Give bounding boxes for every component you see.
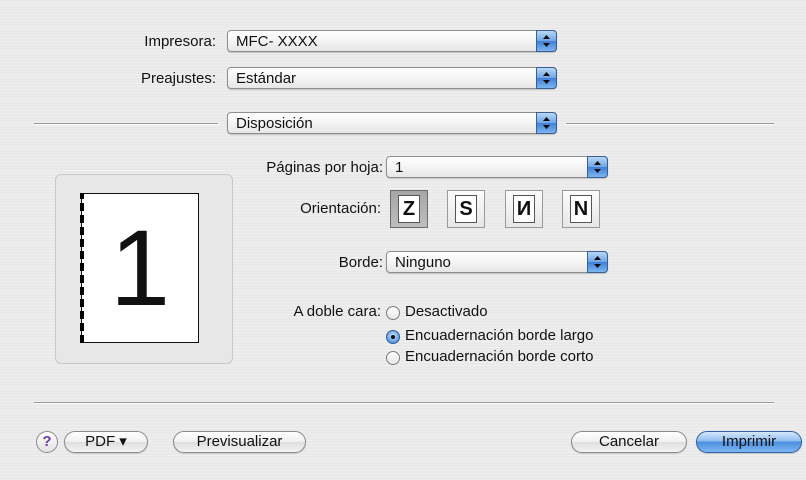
- separator-left: [34, 123, 218, 125]
- orientation-glyph: Z: [402, 198, 416, 220]
- pages-per-sheet-popup[interactable]: 1: [386, 156, 608, 178]
- duplex-short-edge-text: Encuadernación borde corto: [405, 348, 594, 365]
- preview-button[interactable]: Previsualizar: [173, 431, 306, 453]
- orientation-glyph: S: [459, 198, 473, 220]
- orientation-label: Orientación:: [300, 200, 381, 217]
- printer-value: MFC- XXXX: [236, 33, 318, 50]
- orientation-sheet-icon: Z: [398, 195, 420, 223]
- orientation-s-button[interactable]: S: [447, 190, 485, 228]
- duplex-off-radio[interactable]: [386, 306, 400, 320]
- orientation-z-button[interactable]: Z: [390, 190, 428, 228]
- duplex-label: A doble cara:: [293, 303, 381, 320]
- help-button[interactable]: ?: [36, 431, 58, 453]
- preview-page: 1: [81, 193, 199, 343]
- popup-arrows-icon: [536, 112, 557, 134]
- panel-value: Disposición: [236, 115, 313, 132]
- presets-popup[interactable]: Estándar: [227, 67, 557, 89]
- binding-edge-marker: [80, 193, 84, 343]
- popup-arrows-icon: [536, 67, 557, 89]
- border-value: Ninguno: [395, 254, 451, 271]
- orientation-sheet-icon: N: [570, 195, 592, 223]
- orientation-glyph: N: [516, 198, 532, 220]
- orientation-n-button[interactable]: N: [505, 190, 543, 228]
- cancel-button[interactable]: Cancelar: [571, 431, 687, 453]
- orientation-sheet-icon: S: [455, 195, 477, 223]
- popup-arrows-icon: [536, 30, 557, 52]
- pages-per-sheet-label: Páginas por hoja:: [266, 159, 383, 176]
- presets-value: Estándar: [236, 70, 297, 87]
- border-popup[interactable]: Ninguno: [386, 251, 608, 273]
- print-button[interactable]: Imprimir: [696, 431, 802, 453]
- pages-per-sheet-value: 1: [395, 159, 404, 176]
- duplex-long-edge-text: Encuadernación borde largo: [405, 327, 594, 344]
- orientation-glyph: N: [573, 198, 589, 220]
- duplex-long-edge-radio[interactable]: [386, 330, 400, 344]
- printer-popup[interactable]: MFC- XXXX: [227, 30, 557, 52]
- orientation-n-reverse-button[interactable]: N: [562, 190, 600, 228]
- duplex-off-text: Desactivado: [405, 303, 488, 320]
- bottom-separator: [34, 402, 774, 404]
- preview-page-number: 1: [109, 207, 171, 328]
- presets-label: Preajustes:: [140, 70, 216, 87]
- duplex-short-edge-radio[interactable]: [386, 351, 400, 365]
- popup-arrows-icon: [587, 251, 608, 273]
- popup-arrows-icon: [587, 156, 608, 178]
- border-label: Borde:: [338, 254, 383, 271]
- panel-popup[interactable]: Disposición: [227, 112, 557, 134]
- separator-right: [566, 123, 774, 125]
- printer-label: Impresora:: [144, 33, 216, 50]
- orientation-sheet-icon: N: [513, 195, 535, 223]
- pdf-button[interactable]: PDF ▾: [64, 431, 148, 453]
